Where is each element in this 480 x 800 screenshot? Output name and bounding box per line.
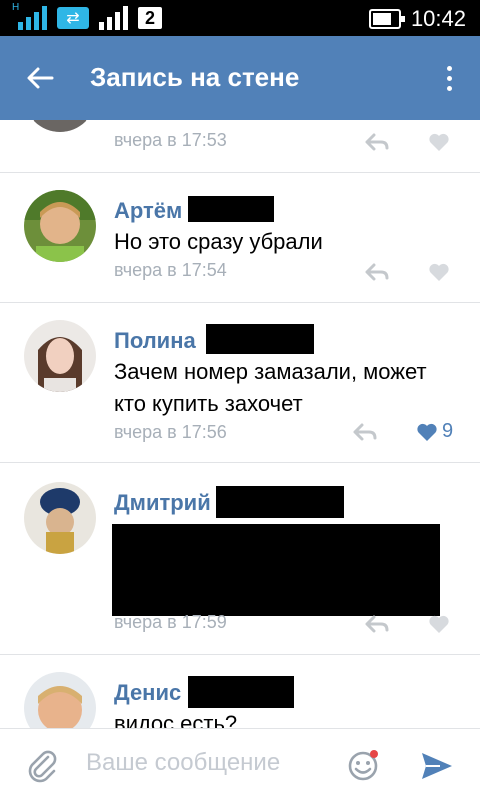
reply-icon[interactable] (364, 262, 390, 282)
heart-icon[interactable] (428, 132, 450, 152)
sim-badge: 2 (138, 7, 162, 29)
dot-icon (446, 75, 452, 81)
signal-1-icon (18, 6, 47, 30)
page-title: Запись на стене (90, 62, 300, 92)
dot-icon (446, 65, 452, 71)
network-type-label: H (12, 2, 20, 13)
heart-icon[interactable] (416, 422, 438, 442)
comment-text: Зачем номер замазали, может кто купить з… (114, 359, 427, 416)
send-icon[interactable] (420, 751, 454, 781)
reply-icon[interactable] (352, 422, 378, 442)
avatar-image (24, 672, 96, 728)
comment-author[interactable]: Артём (114, 198, 182, 224)
avatar-image (24, 120, 96, 132)
avatar-image (24, 482, 96, 554)
like-count: 9 (442, 420, 454, 442)
avatar-image (24, 190, 96, 262)
paperclip-icon[interactable] (26, 749, 60, 783)
message-composer: Ваше сообщение (0, 728, 480, 800)
app-bar: Запись на стене (0, 36, 480, 120)
more-menu-button[interactable] (434, 58, 464, 98)
redaction (216, 486, 344, 518)
avatar[interactable] (24, 672, 96, 728)
redaction (188, 196, 274, 222)
heart-icon[interactable] (428, 262, 450, 282)
comment-author[interactable]: Денис (114, 680, 181, 706)
avatar[interactable] (24, 482, 96, 554)
back-button[interactable] (20, 58, 60, 98)
comment-text: видос есть? (114, 711, 238, 728)
heart-icon[interactable] (428, 614, 450, 634)
redaction (112, 524, 440, 616)
comment-time: вчера в 17:53 (114, 130, 227, 150)
arrow-left-icon (27, 67, 54, 89)
comment-author[interactable]: Дмитрий (114, 490, 211, 516)
comment-item: Денис видос есть? (0, 654, 480, 728)
battery-icon (368, 9, 405, 29)
comments-list[interactable]: вчера в 17:53 Артём Но это сразу убрали … (0, 120, 480, 728)
signal-2-icon (99, 6, 128, 30)
comment-text: Но это сразу убрали (114, 229, 323, 254)
data-transfer-icon: ⇄ (57, 7, 89, 29)
comment-item: Дмитрий вчера в 17:59 (0, 462, 480, 654)
comment-item: вчера в 17:53 (0, 120, 480, 180)
comment-time: вчера в 17:56 (114, 422, 227, 442)
status-bar: H ⇄ 2 10:42 (0, 0, 480, 36)
avatar-image (24, 320, 96, 392)
dot-icon (446, 85, 452, 91)
message-input[interactable]: Ваше сообщение (86, 749, 280, 777)
comment-item: Артём Но это сразу убрали вчера в 17:54 (0, 172, 480, 302)
redaction (206, 324, 314, 354)
avatar[interactable] (24, 320, 96, 392)
reply-icon[interactable] (364, 614, 390, 634)
clock: 10:42 (410, 6, 466, 31)
avatar[interactable] (24, 120, 96, 132)
avatar[interactable] (24, 190, 96, 262)
comment-time: вчера в 17:54 (114, 260, 227, 280)
reply-icon[interactable] (364, 132, 390, 152)
comment-time: вчера в 17:59 (114, 612, 227, 632)
network-type-icon: H (12, 2, 47, 30)
emoji-icon[interactable] (346, 749, 380, 783)
redaction (188, 676, 294, 708)
comment-author[interactable]: Полина (114, 328, 196, 354)
comment-item: Полина Зачем номер замазали, может кто к… (0, 302, 480, 462)
